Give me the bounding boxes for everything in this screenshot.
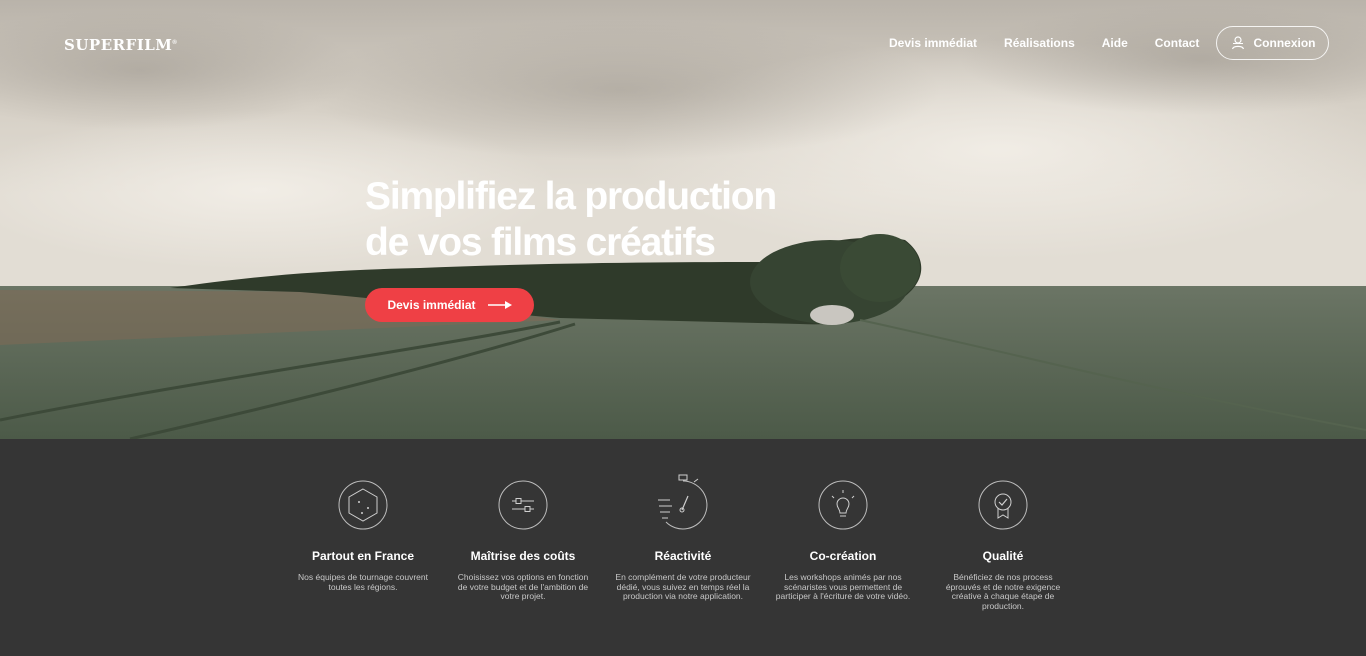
nav-link-realisations[interactable]: Réalisations [1004, 36, 1075, 50]
sliders-icon [498, 480, 548, 530]
arrow-right-icon [487, 301, 512, 309]
hero-section: SUPERFILM® Devis immédiat Réalisations A… [0, 0, 1366, 439]
hero-title-line-2: de vos films créatifs [365, 221, 716, 264]
stopwatch-icon [658, 474, 708, 530]
hexagon-map-icon [338, 480, 388, 530]
lightbulb-icon [818, 480, 868, 530]
nav-link-contact[interactable]: Contact [1155, 36, 1200, 50]
feature-title: Qualité [982, 549, 1024, 563]
feature-description: En complément de votre producteur dédié,… [615, 572, 751, 602]
feature-description: Bénéficiez de nos process éprouvés et de… [945, 572, 1061, 611]
feature-title: Partout en France [311, 549, 415, 563]
cta-label: Devis immédiat [387, 298, 476, 312]
quality-badge-icon [978, 480, 1028, 530]
login-label: Connexion [1253, 36, 1316, 50]
feature-description: Nos équipes de tournage couvrent toutes … [298, 572, 428, 592]
features-section: Partout en France Nos équipes de tournag… [0, 439, 1366, 656]
user-icon [1231, 36, 1244, 50]
hero-title: Simplifiez la production de vos films cr… [365, 174, 885, 266]
feature-description: Les workshops animés par nos scénaristes… [775, 572, 911, 602]
nav-link-aide[interactable]: Aide [1102, 36, 1128, 50]
feature-title: Maîtrise des coûts [470, 549, 576, 563]
superfilm-logo[interactable]: SUPERFILM® [64, 36, 177, 54]
devis-cta-button[interactable]: Devis immédiat [365, 288, 534, 322]
login-button[interactable]: Connexion [1216, 26, 1329, 60]
nav-link-devis[interactable]: Devis immédiat [889, 36, 977, 50]
feature-title: Co-création [809, 549, 877, 563]
logo-text: SUPERFILM [64, 36, 173, 54]
feature-title: Réactivité [654, 549, 712, 563]
feature-description: Choisissez vos options en fonction de vo… [457, 572, 589, 602]
hero-title-line-1: Simplifiez la production [365, 175, 777, 218]
logo-registered-mark: ® [172, 40, 178, 46]
nav-links: Devis immédiat Réalisations Aide Contact [889, 36, 1226, 50]
top-navigation: SUPERFILM® Devis immédiat Réalisations A… [0, 0, 1366, 86]
